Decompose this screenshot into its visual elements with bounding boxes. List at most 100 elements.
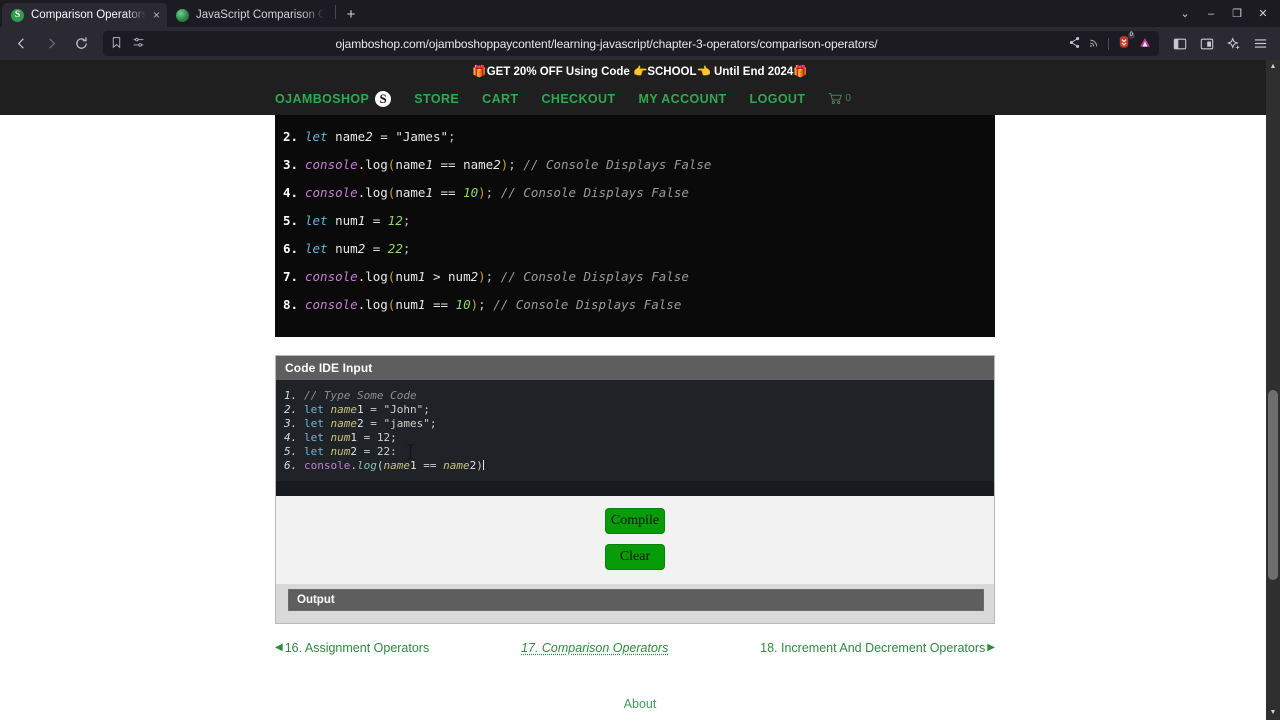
close-window-button[interactable]: ✕ — [1250, 2, 1276, 26]
code-token: 2 — [493, 157, 501, 172]
shopping-cart-icon — [829, 93, 843, 105]
code-token: : — [390, 445, 397, 458]
code-token: 22 — [387, 241, 403, 256]
code-token: == — [425, 297, 456, 312]
pocket-icon[interactable] — [1194, 31, 1219, 57]
scroll-up-arrow-icon[interactable]: ▲ — [1266, 60, 1280, 74]
code-token: name — [383, 459, 410, 472]
code-token: 10 — [455, 297, 471, 312]
code-token: log — [356, 459, 377, 472]
code-token: let — [304, 403, 324, 416]
minimize-button[interactable]: – — [1198, 2, 1224, 26]
code-token: ) — [478, 185, 486, 200]
code-token: 12 — [376, 431, 391, 444]
pager-prev-link[interactable]: ◀ 16. Assignment Operators — [275, 641, 429, 655]
forward-icon[interactable] — [37, 31, 65, 57]
address-bar-right-icons: 0 — [1068, 32, 1152, 52]
code-token: ) — [470, 297, 479, 312]
reload-icon[interactable] — [67, 31, 95, 57]
code-line: 4. console.log(name1 == 10); // Console D… — [275, 179, 995, 207]
footer-link-about[interactable]: About — [0, 685, 1280, 720]
close-icon[interactable]: × — [153, 9, 160, 21]
nav-item-store[interactable]: STORE — [414, 92, 459, 106]
cart-widget[interactable]: 0 — [828, 92, 851, 105]
code-token: = — [365, 213, 388, 228]
code-token: ; — [402, 213, 411, 228]
code-token: name — [395, 185, 426, 200]
code-token: num — [330, 431, 351, 444]
code-token: ; — [390, 431, 397, 444]
line-number: 8. — [283, 297, 299, 312]
code-token: ; — [429, 417, 437, 430]
code-ide-textarea[interactable]: 1.// Type Some Code 2. let name1 = "John";… — [276, 380, 994, 481]
code-token: 12 — [387, 213, 403, 228]
code-token: console — [305, 157, 358, 172]
code-token: num — [335, 213, 358, 228]
code-token: 1 — [357, 403, 364, 416]
code-token: 1 — [350, 431, 357, 444]
tab-list-chevron-down-icon[interactable]: ⌄ — [1172, 2, 1198, 26]
back-icon[interactable] — [7, 31, 35, 57]
code-token: console — [305, 269, 358, 284]
code-ide-panel: Code IDE Input 1. // Type Some Code 2. let … — [275, 355, 995, 624]
scrollbar-thumb[interactable] — [1268, 390, 1278, 580]
pager-next-link[interactable]: 18. Increment And Decrement Operators ▶ — [760, 641, 995, 655]
code-token: 2 — [357, 417, 364, 430]
site-permissions-icon[interactable] — [132, 36, 145, 52]
share-icon[interactable] — [1068, 36, 1081, 52]
code-token: console — [305, 185, 358, 200]
sparkle-ai-icon[interactable] — [1221, 31, 1246, 57]
nav-item-logout[interactable]: LOGOUT — [750, 92, 806, 106]
code-token: let — [305, 213, 328, 228]
code-token: = — [363, 403, 384, 416]
clear-button[interactable]: Clear — [605, 544, 665, 570]
site-logo-link[interactable]: OJAMBOSHOP S — [275, 90, 392, 107]
sidebar-toggle-icon[interactable] — [1167, 31, 1192, 57]
extension-icon[interactable]: 0 — [1117, 32, 1135, 52]
line-number: 2. — [283, 129, 299, 144]
bookmark-icon[interactable] — [110, 36, 123, 52]
page-scrollbar[interactable]: ▲ ▼ — [1266, 60, 1280, 720]
url-text[interactable]: ojamboshop.com/ojamboshoppaycontent/lear… — [153, 37, 1060, 51]
compile-button[interactable]: Compile — [605, 508, 665, 534]
code-ide-editor-footer — [276, 481, 994, 496]
nav-item-my-account[interactable]: MY ACCOUNT — [639, 92, 727, 106]
code-token: "John" — [383, 403, 424, 416]
code-token: // Console Displays False — [500, 185, 689, 200]
nav-item-cart[interactable]: CART — [482, 92, 518, 106]
code-line: 2. let name2 = "James"; — [275, 123, 995, 151]
code-token: "james" — [383, 417, 430, 430]
code-token: 2 — [365, 129, 373, 144]
new-tab-button[interactable]: + — [339, 2, 363, 26]
address-bar[interactable]: ojamboshop.com/ojamboshoppaycontent/lear… — [103, 31, 1159, 56]
code-token: let — [304, 445, 324, 458]
code-token: = — [357, 445, 377, 458]
line-number: 5. — [284, 445, 298, 458]
hamburger-menu-icon[interactable] — [1248, 31, 1273, 57]
brand-mark-icon: S — [375, 90, 392, 107]
triangle-left-icon: ◀ — [275, 642, 283, 653]
browser-tab-2[interactable]: JavaScript Comparison Operato — [167, 3, 332, 27]
code-token: name — [335, 129, 366, 144]
code-token: name — [463, 157, 494, 172]
nav-item-checkout[interactable]: CHECKOUT — [541, 92, 615, 106]
scroll-down-arrow-icon[interactable]: ▼ — [1266, 706, 1280, 720]
browser-toolbar: ojamboshop.com/ojamboshoppaycontent/lear… — [0, 27, 1280, 60]
address-bar-divider — [1108, 37, 1109, 50]
chapter-pager: ◀ 16. Assignment Operators 17. Compariso… — [275, 641, 995, 655]
code-token: = — [372, 129, 396, 144]
browser-tab-1-title: Comparison Operators - Oj — [31, 9, 146, 21]
code-token: num — [335, 241, 358, 256]
browser-tab-1[interactable]: S Comparison Operators - Oj × — [2, 3, 167, 27]
code-token: "James" — [395, 129, 449, 144]
code-token: name — [443, 459, 470, 472]
code-line: 4. let num1 = 12; — [276, 431, 994, 445]
pager-current-link[interactable]: 17. Comparison Operators — [521, 641, 668, 655]
code-token: == — [432, 185, 464, 200]
line-number: 3. — [284, 417, 298, 430]
code-line: 1. // Type Some Code — [276, 389, 994, 403]
triangle-extension-icon[interactable] — [1138, 36, 1152, 52]
maximize-restore-button[interactable]: ❐ — [1224, 2, 1250, 26]
rss-icon[interactable] — [1088, 36, 1101, 52]
